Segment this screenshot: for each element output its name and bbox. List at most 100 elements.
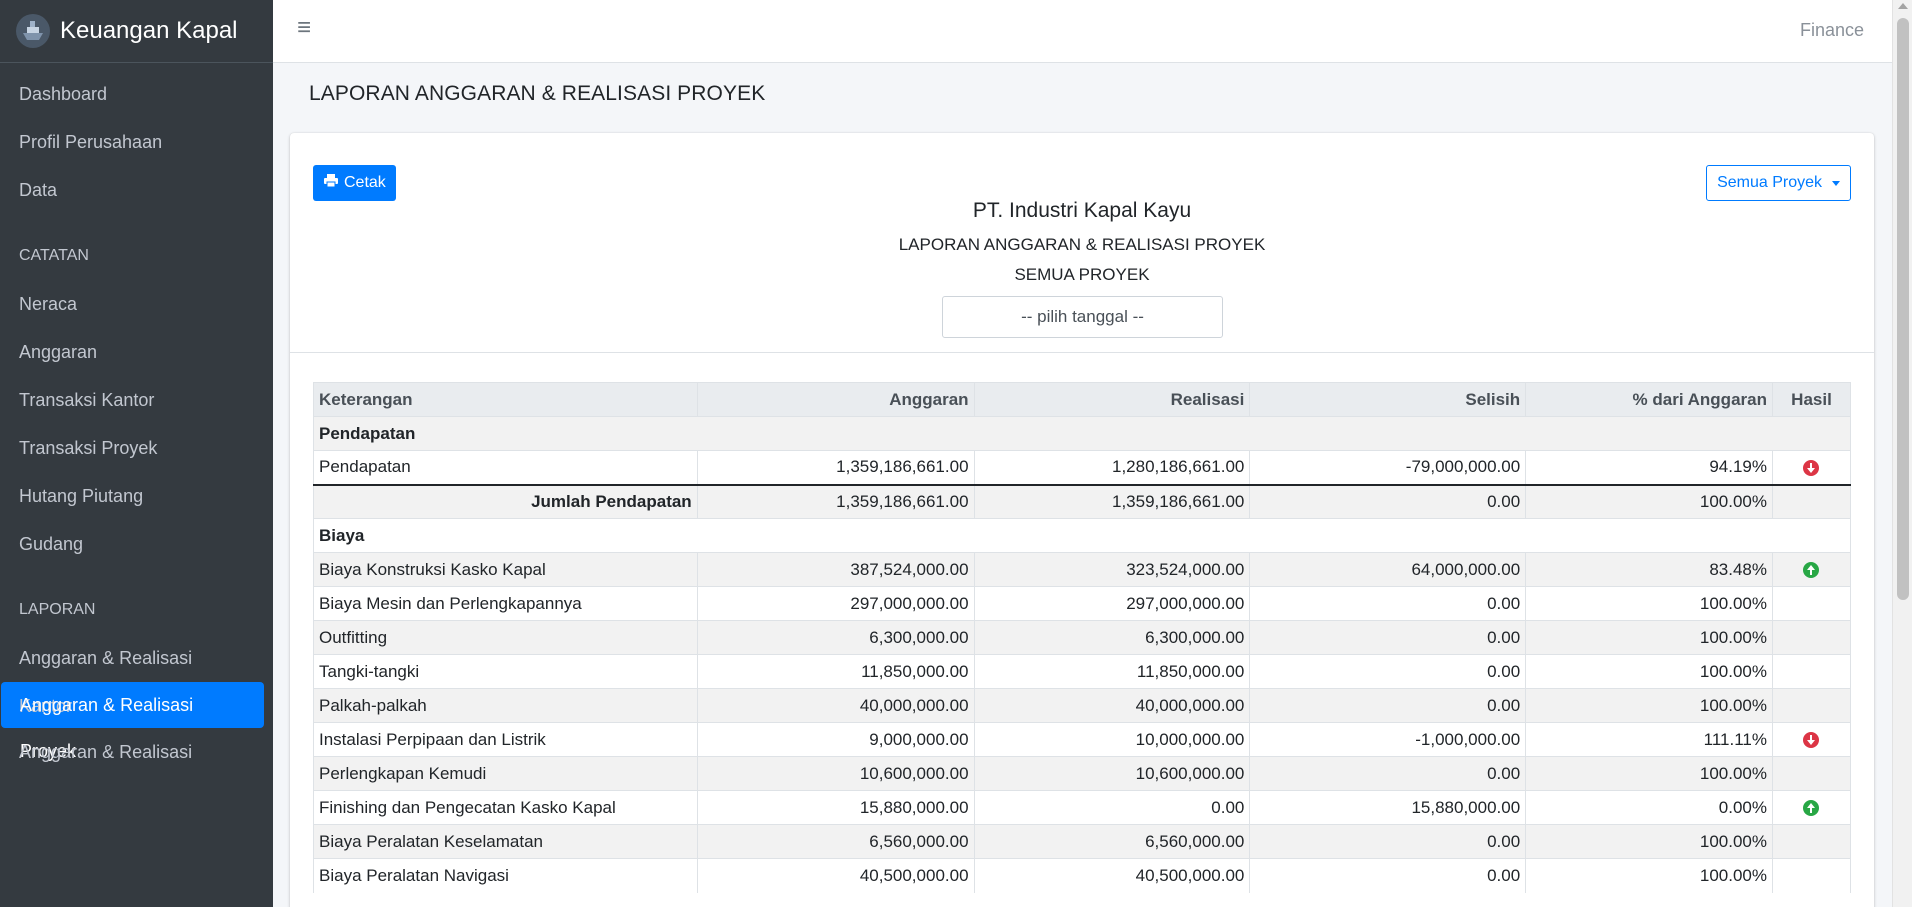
- sidebar-item-anggaran[interactable]: Anggaran: [0, 328, 264, 376]
- sidebar-item-hutang-piutang[interactable]: Hutang Piutang: [0, 472, 264, 520]
- page-scrollbar[interactable]: [1892, 0, 1912, 907]
- cell-persen: 100.00%: [1525, 586, 1773, 621]
- arrow-down-circle-icon: [1803, 732, 1820, 749]
- report-subtitle: SEMUA PROYEK: [1014, 265, 1150, 284]
- table-row: Biaya Peralatan Keselamatan 6,560,000.00 6…: [313, 824, 1852, 859]
- cell-selisih: 0.00: [1249, 586, 1526, 621]
- row-label: Perlengkapan Kemudi: [313, 756, 698, 791]
- col-selisih: Selisih: [1249, 382, 1526, 417]
- sidebar-item-profil-perusahaan[interactable]: Profil Perusahaan: [0, 118, 264, 166]
- row-label: Biaya Mesin dan Perlengkapannya: [313, 586, 698, 621]
- cell-selisih: 0.00: [1249, 858, 1526, 893]
- biaya-rows: Biaya Konstruksi Kasko Kapal 387,524,000.…: [313, 552, 1852, 893]
- brand[interactable]: Keuangan Kapal: [0, 0, 273, 63]
- cell-anggaran: 6,560,000.00: [696, 824, 975, 859]
- section-label: Biaya: [313, 518, 1851, 553]
- project-dropdown-label: Semua Proyek: [1717, 174, 1822, 191]
- cell-persen: 100.00%: [1525, 824, 1773, 859]
- cell-selisih: 64,000,000.00: [1249, 552, 1526, 587]
- total-realisasi: 1,359,186,661.00: [973, 483, 1250, 519]
- cell-anggaran: 10,600,000.00: [696, 756, 975, 791]
- sidebar-nav: Dashboard Profil Perusahaan Data CATATAN…: [0, 63, 273, 776]
- section-pendapatan: Pendapatan: [313, 416, 1851, 451]
- hamburger-icon[interactable]: ≡: [297, 14, 311, 42]
- sidebar-item-anggaran-realisasi[interactable]: Anggaran & Realisasi: [0, 728, 264, 776]
- col-realisasi: Realisasi: [973, 382, 1250, 417]
- project-dropdown[interactable]: Semua Proyek: [1706, 165, 1851, 201]
- total-persen: 100.00%: [1525, 483, 1773, 519]
- table-row: Palkah-palkah 40,000,000.00 40,000,000.00 0…: [313, 688, 1852, 723]
- cell-hasil: [1771, 824, 1852, 859]
- report-card: Cetak Semua Proyek PT. Industri Kapal Ka…: [290, 133, 1874, 907]
- total-row: Jumlah Pendapatan 1,359,186,661.00 1,359…: [313, 483, 1852, 519]
- total-hasil: [1771, 483, 1852, 519]
- scroll-up-arrow-icon[interactable]: [1898, 3, 1908, 9]
- cell-realisasi: 323,524,000.00: [973, 552, 1250, 587]
- cell-persen: 100.00%: [1525, 688, 1773, 723]
- cell-realisasi: 0.00: [973, 790, 1250, 825]
- table-row: Biaya Peralatan Navigasi 40,500,000.00 40,…: [313, 858, 1852, 893]
- sidebar-item-anggaran-realisasi-kantor[interactable]: Anggaran & Realisasi Kantor: [0, 634, 264, 716]
- cell-selisih: 0.00: [1249, 654, 1526, 689]
- cell-anggaran: 387,524,000.00: [696, 552, 975, 587]
- cell-selisih: 0.00: [1249, 620, 1526, 655]
- total-anggaran: 1,359,186,661.00: [696, 483, 975, 519]
- sidebar-item-neraca[interactable]: Neraca: [0, 280, 264, 328]
- brand-title: Keuangan Kapal: [60, 17, 238, 44]
- col-persen: % dari Anggaran: [1525, 382, 1773, 417]
- cell-persen: 94.19%: [1525, 450, 1773, 485]
- table-row: Pendapatan 1,359,186,661.00 1,280,186,66…: [313, 450, 1852, 485]
- report-header: Cetak Semua Proyek PT. Industri Kapal Ka…: [290, 133, 1874, 353]
- row-label: Biaya Peralatan Navigasi: [313, 858, 698, 893]
- cell-realisasi: 10,000,000.00: [973, 722, 1250, 757]
- cell-realisasi: 40,000,000.00: [973, 688, 1250, 723]
- table-row: Biaya Konstruksi Kasko Kapal 387,524,000.…: [313, 552, 1852, 587]
- cell-realisasi: 6,560,000.00: [973, 824, 1250, 859]
- table-row: Perlengkapan Kemudi 10,600,000.00 10,600,0…: [313, 756, 1852, 791]
- cell-selisih: 15,880,000.00: [1249, 790, 1526, 825]
- cell-selisih: -79,000,000.00: [1249, 450, 1526, 485]
- row-label: Biaya Peralatan Keselamatan: [313, 824, 698, 859]
- cell-hasil: [1771, 654, 1852, 689]
- sidebar-item-transaksi-kantor[interactable]: Transaksi Kantor: [0, 376, 264, 424]
- sidebar-item-dashboard[interactable]: Dashboard: [0, 70, 264, 118]
- sidebar-item-anggaran-realisasi-proyek[interactable]: Anggaran & Realisasi Proyek: [1, 682, 264, 761]
- budget-table: Keterangan Anggaran Realisasi Selisih % …: [313, 382, 1852, 893]
- table-row: Finishing dan Pengecatan Kasko Kapal 15,8…: [313, 790, 1852, 825]
- topbar: ≡ Finance: [273, 0, 1892, 63]
- cell-selisih: 0.00: [1249, 824, 1526, 859]
- cell-anggaran: 9,000,000.00: [696, 722, 975, 757]
- row-label: Pendapatan: [313, 450, 698, 485]
- sidebar: Keuangan Kapal Dashboard Profil Perusaha…: [0, 0, 273, 907]
- sidebar-item-data[interactable]: Data: [0, 166, 264, 214]
- company-name: PT. Industri Kapal Kayu: [972, 199, 1192, 222]
- cell-realisasi: 6,300,000.00: [973, 620, 1250, 655]
- cell-persen: 83.48%: [1525, 552, 1773, 587]
- col-anggaran: Anggaran: [696, 382, 975, 417]
- printer-icon: [323, 173, 339, 193]
- cell-realisasi: 11,850,000.00: [973, 654, 1250, 689]
- total-selisih: 0.00: [1249, 483, 1526, 519]
- cell-persen: 100.00%: [1525, 654, 1773, 689]
- date-picker-input[interactable]: -- pilih tanggal --: [942, 296, 1223, 338]
- cell-hasil: [1771, 688, 1852, 723]
- print-button[interactable]: Cetak: [313, 165, 396, 201]
- sidebar-item-transaksi-proyek[interactable]: Transaksi Proyek: [0, 424, 264, 472]
- cell-hasil: [1771, 586, 1852, 621]
- cell-persen: 100.00%: [1525, 620, 1773, 655]
- cell-hasil: [1771, 756, 1852, 791]
- caret-down-icon: [1832, 180, 1840, 186]
- user-menu[interactable]: Finance: [1800, 20, 1864, 41]
- cell-anggaran: 1,359,186,661.00: [696, 450, 975, 485]
- arrow-up-circle-icon: [1803, 800, 1820, 817]
- scroll-thumb[interactable]: [1897, 18, 1909, 600]
- cell-persen: 100.00%: [1525, 858, 1773, 893]
- row-label: Tangki-tangki: [313, 654, 698, 689]
- cell-selisih: 0.00: [1249, 688, 1526, 723]
- row-label: Finishing dan Pengecatan Kasko Kapal: [313, 790, 698, 825]
- sidebar-item-gudang[interactable]: Gudang: [0, 520, 264, 568]
- arrow-down-circle-icon: [1803, 459, 1820, 476]
- col-hasil: Hasil: [1771, 382, 1852, 417]
- cell-realisasi: 10,600,000.00: [973, 756, 1250, 791]
- cell-anggaran: 40,000,000.00: [696, 688, 975, 723]
